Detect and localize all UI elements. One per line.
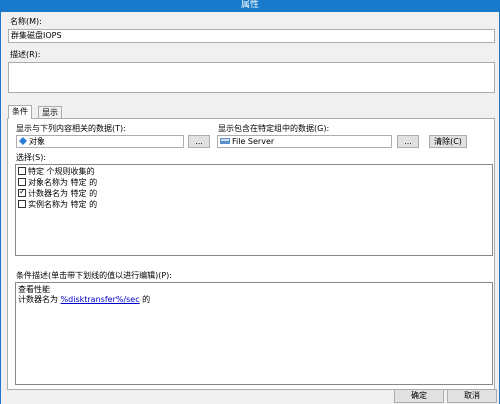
object-icon <box>19 137 27 145</box>
checkbox[interactable] <box>18 200 26 208</box>
selection-item-object-name[interactable]: 对象名称为 特定 的 <box>18 178 97 188</box>
server-group-icon <box>220 138 230 144</box>
title-bar: 属性 <box>0 0 500 12</box>
conditions-panel: 显示与下列内容相关的数据(T): 对象 ... 显示包含在特定组中的数据(G):… <box>7 118 495 390</box>
counter-name-link[interactable]: %disktransfer%/sec <box>61 295 140 304</box>
criteria-suffix: 的 <box>139 295 151 304</box>
criteria-label: 条件描述(单击带下划线的值以进行编辑)(P): <box>16 271 173 280</box>
groups-field[interactable]: File Server <box>217 135 392 148</box>
selection-item-label: 实例名称为 特定 的 <box>28 200 98 209</box>
selection-item-counter-name[interactable]: ✓ 计数器名为 特定 的 <box>18 187 98 199</box>
criteria-prefix: 计数器名为 <box>18 295 61 304</box>
criteria-box: 查看性能 计数器名为 %disktransfer%/sec 的 <box>15 282 493 385</box>
selection-item-label: 计数器名为 特定 的 <box>28 189 98 198</box>
objects-browse-button[interactable]: ... <box>188 135 210 148</box>
checkbox[interactable] <box>18 178 26 186</box>
check-mark-icon: ✓ <box>19 187 26 196</box>
selection-label: 选择(S): <box>16 153 47 162</box>
description-field[interactable] <box>8 62 495 93</box>
cancel-button[interactable]: 取消 <box>447 389 497 403</box>
objects-value: 对象 <box>29 137 45 146</box>
name-field[interactable]: 群集磁盘IOPS <box>8 29 495 43</box>
objects-field[interactable]: 对象 <box>16 135 184 148</box>
selection-item-label: 特定 个规则收集的 <box>28 167 95 176</box>
selection-item-rule[interactable]: 特定 个规则收集的 <box>18 167 95 177</box>
groups-browse-button[interactable]: ... <box>397 135 419 148</box>
name-label: 名称(M): <box>10 17 42 26</box>
criteria-line-2: 计数器名为 %disktransfer%/sec 的 <box>18 295 150 305</box>
tab-conditions[interactable]: 条件 <box>8 105 32 119</box>
selection-list[interactable]: 特定 个规则收集的 对象名称为 特定 的 ✓ 计数器名为 特定 的 实例名称为 特… <box>15 164 493 256</box>
window-title: 属性 <box>240 0 259 10</box>
properties-dialog: 名称(M): 群集磁盘IOPS 描述(R): 条件 显示 显示与下列内容相关的数… <box>0 12 500 404</box>
objects-label: 显示与下列内容相关的数据(T): <box>16 124 126 133</box>
ok-button[interactable]: 确定 <box>394 389 444 403</box>
checkbox[interactable]: ✓ <box>18 187 26 197</box>
selection-item-label: 对象名称为 特定 的 <box>28 178 98 187</box>
criteria-line-1: 查看性能 <box>18 285 50 294</box>
name-value: 群集磁盘IOPS <box>11 31 62 40</box>
groups-value: File Server <box>232 137 275 146</box>
checkbox[interactable] <box>18 167 26 175</box>
description-label: 描述(R): <box>10 50 41 59</box>
clear-button[interactable]: 清除(C) <box>429 135 467 148</box>
selection-item-instance-name[interactable]: 实例名称为 特定 的 <box>18 200 97 210</box>
groups-label: 显示包含在特定组中的数据(G): <box>218 124 330 133</box>
